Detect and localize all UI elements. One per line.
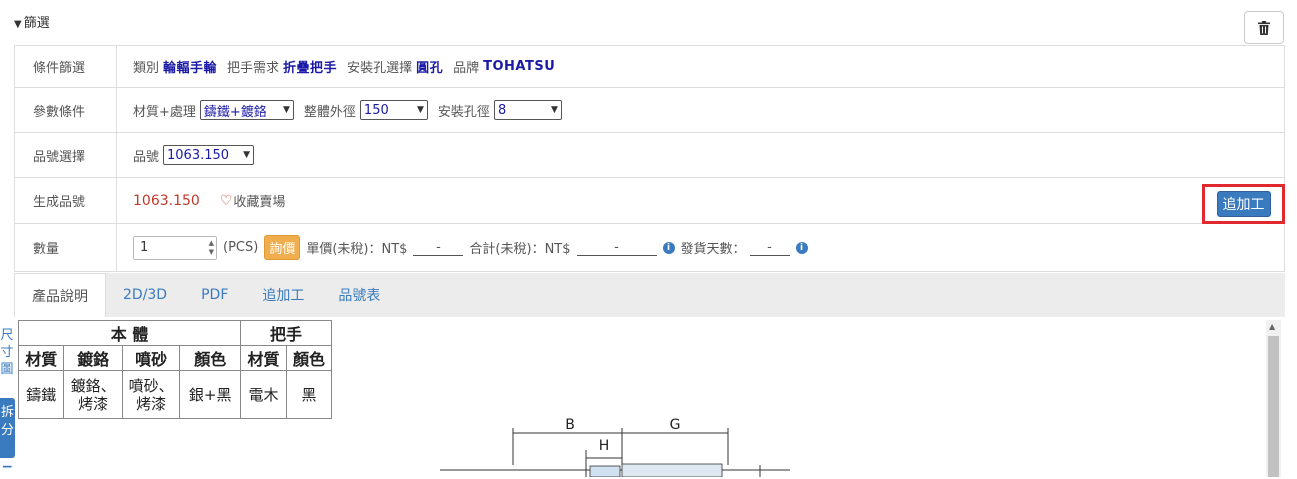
params-row: 參數條件 材質+處理 鑄鐵+鍍鉻 ▼ 整體外徑 150 ▼ 安裝孔徑 8 ▼ <box>15 88 1284 133</box>
favorite-link[interactable]: ♡ 收藏賣場 <box>219 191 286 211</box>
unit-price-label: 單價(未稅)：NT$ <box>306 242 408 257</box>
chevron-down-icon: ▼ <box>551 105 558 115</box>
delivery-value: - <box>749 240 790 256</box>
tag-label: 安裝孔選擇 <box>347 61 413 76</box>
table-cell: 鑄鐵 <box>17 370 65 419</box>
row-label: 條件篩選 <box>15 46 117 87</box>
info-icon[interactable]: i <box>795 241 808 254</box>
row-label: 數量 <box>15 224 117 271</box>
tag-handle[interactable]: 折疊把手 <box>283 57 337 76</box>
inquiry-button[interactable]: 詢價 <box>264 235 301 260</box>
part-select-row: 品號選擇 品號 1063.150 ▼ <box>15 133 1284 178</box>
tag-label: 類別 <box>133 61 160 76</box>
scroll-up-icon[interactable]: ▲ <box>1269 322 1275 331</box>
tag-brand[interactable]: TOHATSU <box>483 59 555 74</box>
tab-description[interactable]: 產品說明 <box>14 273 106 317</box>
scrollbar-thumb[interactable] <box>1268 336 1279 477</box>
part-value: 1063.150 <box>167 147 230 163</box>
row-label: 品號選擇 <box>15 133 117 177</box>
clear-filter-button[interactable] <box>1244 11 1284 44</box>
material-value: 鑄鐵+鍍鉻 <box>203 104 267 120</box>
part-select[interactable]: 1063.150 ▼ <box>163 145 255 165</box>
group-body-header: 本 體 <box>18 320 241 346</box>
spec-table: 本 體 把手 材質 鍍鉻 噴砂 顏色 材質 顏色 鑄鐵 鍍鉻、烤漆 噴砂、烤漆 … <box>17 320 332 419</box>
tab-add-process[interactable]: 追加工 <box>245 273 321 317</box>
tab-part-table[interactable]: 品號表 <box>321 273 397 317</box>
caret-down-icon: ▼ <box>14 19 22 30</box>
generated-part-no: 1063.150 <box>133 192 200 209</box>
col-header: 顏色 <box>286 345 332 371</box>
total-label: 合計(未稅)：NT$ <box>469 242 571 257</box>
diameter-value: 150 <box>363 102 389 118</box>
tag-category[interactable]: 輪輻手輪 <box>163 57 217 76</box>
dimension-drawing-link[interactable]: 尺寸圖 <box>0 327 14 378</box>
hole-value: 8 <box>497 102 507 118</box>
total-value: - <box>576 240 657 256</box>
spinner-icon[interactable]: ▲ ▼ <box>209 239 214 257</box>
table-cell: 銀+黑 <box>179 370 241 419</box>
heart-icon: ♡ <box>219 192 233 209</box>
hole-label: 安裝孔徑 <box>437 104 490 120</box>
table-cell: 電木 <box>240 370 287 419</box>
info-icon[interactable]: i <box>662 241 675 254</box>
part-label: 品號 <box>133 149 160 165</box>
favorite-label: 收藏賣場 <box>233 195 286 210</box>
tag-label: 把手需求 <box>227 61 280 76</box>
tab-pdf[interactable]: PDF <box>184 273 245 317</box>
material-label: 材質+處理 <box>133 104 196 120</box>
quantity-row: 數量 1 ▲ ▼ (PCS) 詢價 單價(未稅)：NT$ - 合計(未稅)：NT$… <box>15 224 1284 272</box>
table-cell: 鍍鉻、烤漆 <box>63 370 123 419</box>
group-handle-header: 把手 <box>240 320 332 346</box>
diameter-label: 整體外徑 <box>303 104 356 120</box>
chevron-down-icon: ▼ <box>417 105 424 115</box>
row-label: 生成品號 <box>15 178 117 223</box>
delivery-label: 發貨天數： <box>680 242 746 257</box>
dimension-drawing: B H G <box>440 417 790 477</box>
chevron-down-icon: ▼ <box>282 105 290 115</box>
diameter-select[interactable]: 150 ▼ <box>359 100 428 120</box>
col-header: 顏色 <box>179 345 241 371</box>
conditions-row: 條件篩選 類別 輪輻手輪 把手需求 折疊把手 安裝孔選擇 圓孔 品牌 TOHAT… <box>15 46 1284 88</box>
table-cell: 噴砂、烤漆 <box>121 370 181 419</box>
material-select[interactable]: 鑄鐵+鍍鉻 ▼ <box>199 100 294 120</box>
quantity-stepper[interactable]: 1 ▲ ▼ <box>133 235 217 260</box>
dim-label-h: H <box>599 438 610 454</box>
filter-title: 篩選 <box>23 16 50 31</box>
hole-select[interactable]: 8 ▼ <box>493 100 562 120</box>
highlight-box: 追加工 <box>1202 184 1285 224</box>
dim-label-g: G <box>670 417 681 433</box>
generated-row: 生成品號 1063.150 ♡ 收藏賣場 追加工 <box>15 178 1285 224</box>
unit-label: (PCS) <box>223 240 259 255</box>
col-header: 噴砂 <box>121 345 181 371</box>
unit-price-value: - <box>413 240 464 256</box>
scrollbar[interactable]: ▲ <box>1266 320 1281 477</box>
dim-label-b: B <box>565 417 575 433</box>
trash-icon <box>1258 20 1270 35</box>
col-header: 鍍鉻 <box>63 345 123 371</box>
side-more-link[interactable]: ▔ <box>3 466 13 479</box>
chevron-down-icon: ▼ <box>243 150 251 160</box>
add-process-button[interactable]: 追加工 <box>1216 191 1271 217</box>
row-label: 參數條件 <box>15 88 117 132</box>
filter-toggle[interactable]: ▼ 篩選 <box>14 12 50 31</box>
tag-hole[interactable]: 圓孔 <box>416 57 443 76</box>
col-header: 材質 <box>240 345 287 371</box>
col-header: 材質 <box>17 345 65 371</box>
table-cell: 黑 <box>286 370 332 419</box>
tab-2d3d[interactable]: 2D/3D <box>106 273 184 317</box>
product-tabs: 產品說明 2D/3D PDF 追加工 品號表 <box>14 273 1285 317</box>
filter-table: 條件篩選 類別 輪輻手輪 把手需求 折疊把手 安裝孔選擇 圓孔 品牌 TOHAT… <box>14 45 1285 272</box>
split-button[interactable]: 拆分 <box>0 398 15 458</box>
quantity-value: 1 <box>140 240 149 255</box>
tag-label: 品牌 <box>453 61 480 76</box>
